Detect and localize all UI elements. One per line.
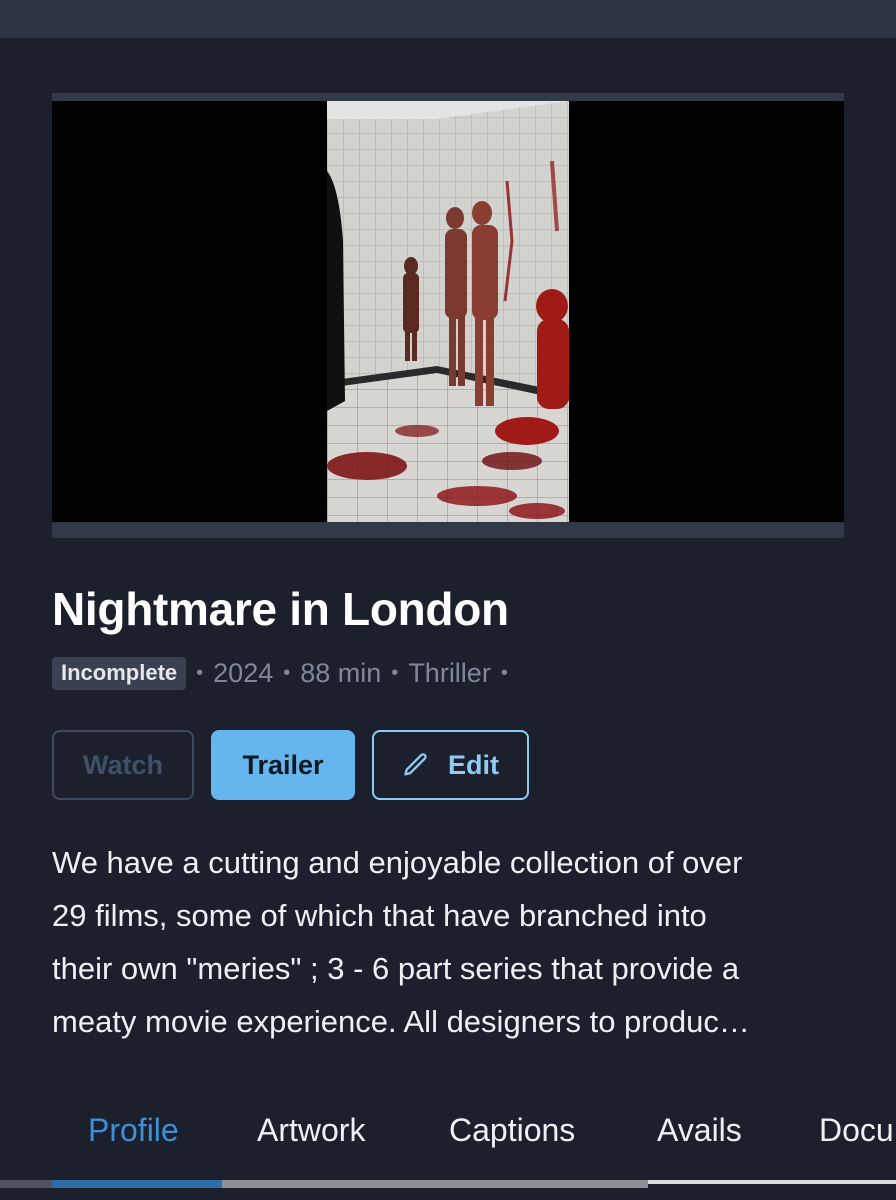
meta-separator: • (391, 661, 399, 684)
release-year: 2024 (213, 657, 274, 688)
runtime: 88 min (300, 657, 382, 688)
description-line: We have a cutting and enjoyable collecti… (52, 845, 743, 880)
trailer-button-label: Trailer (242, 749, 324, 780)
trailer-button[interactable]: Trailer (211, 730, 355, 800)
tab-track-end (648, 1180, 896, 1184)
tab-documents[interactable]: Docu (819, 1112, 894, 1149)
movie-meta-row: Incomplete • 2024 • 88 min • Thriller • (52, 656, 518, 690)
edit-button-label: Edit (448, 749, 499, 780)
tab-captions[interactable]: Captions (449, 1112, 575, 1149)
edit-button[interactable]: Edit (372, 730, 529, 800)
active-tab-indicator (52, 1180, 222, 1188)
poster-frame (327, 101, 569, 522)
tab-avails[interactable]: Avails (657, 1112, 742, 1149)
tab-artwork[interactable]: Artwork (257, 1112, 365, 1149)
top-app-bar (0, 0, 896, 38)
description-line: their own "meries" ; 3 - 6 part series t… (52, 951, 740, 986)
tab-bar: Profile Artwork Captions Avails Docu (0, 1112, 896, 1168)
meta-separator: • (283, 661, 291, 684)
tab-profile[interactable]: Profile (88, 1112, 179, 1149)
movie-title: Nightmare in London (52, 583, 509, 635)
movie-description: We have a cutting and enjoyable collecti… (52, 836, 842, 1048)
pencil-icon (404, 753, 427, 776)
status-badge: Incomplete (52, 656, 187, 690)
description-line: 29 films, some of which that have branch… (52, 898, 707, 933)
description-line: meaty movie experience. All designers to… (52, 1004, 750, 1039)
trailer-player[interactable] (52, 93, 844, 538)
tab-track-highlight (222, 1180, 648, 1188)
watch-button[interactable]: Watch (52, 730, 194, 800)
genre: Thriller (408, 657, 491, 688)
meta-separator: • (196, 661, 204, 684)
tab-scroll-indicator (0, 1180, 896, 1188)
video-letterbox (52, 101, 844, 522)
meta-separator: • (500, 661, 508, 684)
watch-button-label: Watch (83, 749, 163, 780)
